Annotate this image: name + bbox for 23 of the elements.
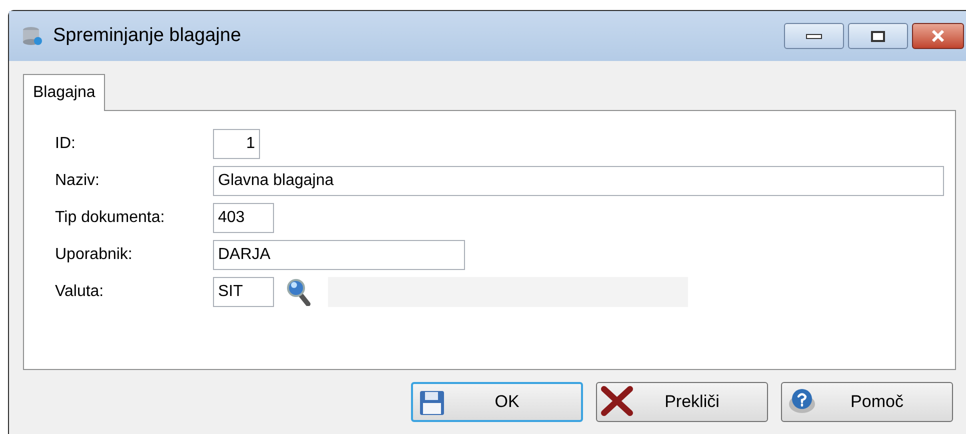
text-field[interactable]: 403 — [213, 203, 274, 233]
text-field[interactable]: 1 — [213, 129, 260, 159]
database-icon — [21, 25, 43, 47]
field-label: Valuta: — [55, 282, 105, 302]
search-icon[interactable] — [287, 278, 311, 306]
field-label: Tip dokumenta: — [55, 208, 166, 228]
text-field[interactable]: SIT — [213, 277, 274, 307]
text-field[interactable]: DARJA — [213, 240, 465, 270]
text-field[interactable]: Glavna blagajna — [213, 166, 944, 196]
field-label: ID: — [55, 134, 76, 154]
field-label: Uporabnik: — [55, 245, 134, 265]
maximize-button[interactable] — [848, 23, 908, 49]
dialog-button[interactable]: OK — [411, 382, 583, 422]
field-label: Naziv: — [55, 171, 100, 191]
window-title: Spreminjanje blagajne — [53, 24, 242, 48]
minimize-button[interactable] — [784, 23, 844, 49]
dialog-button[interactable]: Pomoč — [781, 382, 953, 422]
tab[interactable]: Blagajna — [23, 74, 106, 111]
dialog-button[interactable]: Prekliči — [596, 382, 768, 422]
help-icon — [788, 387, 816, 415]
close-icon — [930, 29, 946, 43]
cross-icon — [601, 385, 633, 417]
close-button[interactable] — [912, 23, 964, 49]
